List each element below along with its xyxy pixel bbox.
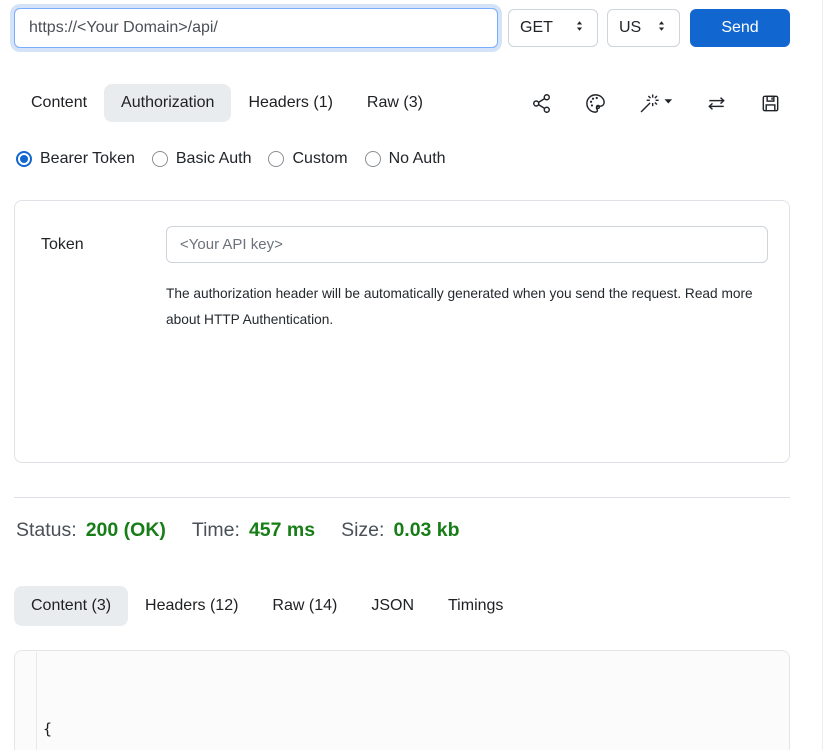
updown-arrows-icon xyxy=(573,19,586,38)
region-select-value: US xyxy=(619,19,641,37)
share-icon[interactable] xyxy=(530,92,553,115)
size-value: 0.03 kb xyxy=(393,519,459,542)
palette-icon[interactable] xyxy=(584,92,607,115)
tab-response-timings[interactable]: Timings xyxy=(431,586,520,626)
save-icon[interactable] xyxy=(759,92,782,115)
radio-circle xyxy=(16,151,32,167)
tab-response-headers[interactable]: Headers (12) xyxy=(128,586,255,626)
updown-arrows-icon xyxy=(655,19,668,38)
radio-custom[interactable]: Custom xyxy=(268,150,347,168)
tab-response-raw[interactable]: Raw (14) xyxy=(255,586,354,626)
radio-basic-auth[interactable]: Basic Auth xyxy=(152,150,252,168)
time-stat: Time: 457 ms xyxy=(192,519,315,542)
request-bar: GET US Send xyxy=(14,8,790,48)
token-help-text: The authorization header will be automat… xyxy=(166,281,766,332)
response-tabs: Content (3) Headers (12) Raw (14) JSON T… xyxy=(14,586,520,626)
time-value: 457 ms xyxy=(249,519,315,542)
api-test-tool: GET US Send Content Authorization Header… xyxy=(0,0,837,750)
auth-panel: Token The authorization header will be a… xyxy=(14,200,790,463)
tab-response-json[interactable]: JSON xyxy=(354,586,431,626)
request-toolbar xyxy=(530,92,782,115)
section-divider xyxy=(14,497,790,498)
method-select[interactable]: GET xyxy=(508,9,598,47)
status-value: 200 (OK) xyxy=(86,519,166,542)
tab-headers[interactable]: Headers (1) xyxy=(231,84,349,122)
radio-circle xyxy=(365,151,381,167)
token-label: Token xyxy=(41,236,84,254)
region-select[interactable]: US xyxy=(607,9,680,47)
url-input[interactable] xyxy=(14,8,498,48)
tab-content[interactable]: Content xyxy=(14,84,104,122)
status-stat: Status: 200 (OK) xyxy=(16,519,166,542)
response-status-row: Status: 200 (OK) Time: 457 ms Size: 0.03… xyxy=(16,519,460,542)
code-line: { xyxy=(43,715,305,743)
swap-arrows-icon[interactable] xyxy=(705,92,728,115)
response-json-body: { "message": "API running." } xyxy=(43,659,305,750)
code-gutter-divider xyxy=(36,652,37,750)
radio-no-auth[interactable]: No Auth xyxy=(365,150,446,168)
radio-bearer-token[interactable]: Bearer Token xyxy=(16,150,135,168)
radio-circle xyxy=(268,151,284,167)
auth-type-options: Bearer Token Basic Auth Custom No Auth xyxy=(16,150,446,168)
token-input[interactable] xyxy=(166,226,768,263)
radio-circle xyxy=(152,151,168,167)
tab-authorization[interactable]: Authorization xyxy=(104,84,231,122)
tab-response-content[interactable]: Content (3) xyxy=(14,586,128,626)
request-tabs: Content Authorization Headers (1) Raw (3… xyxy=(14,84,440,122)
content-right-border xyxy=(822,0,823,750)
magic-wand-icon[interactable] xyxy=(638,92,674,115)
response-body-panel: { "message": "API running." } xyxy=(14,650,790,750)
tab-raw[interactable]: Raw (3) xyxy=(350,84,440,122)
size-stat: Size: 0.03 kb xyxy=(341,519,460,542)
method-select-value: GET xyxy=(520,19,553,37)
request-tabs-row: Content Authorization Headers (1) Raw (3… xyxy=(14,84,790,122)
send-button[interactable]: Send xyxy=(690,9,790,47)
